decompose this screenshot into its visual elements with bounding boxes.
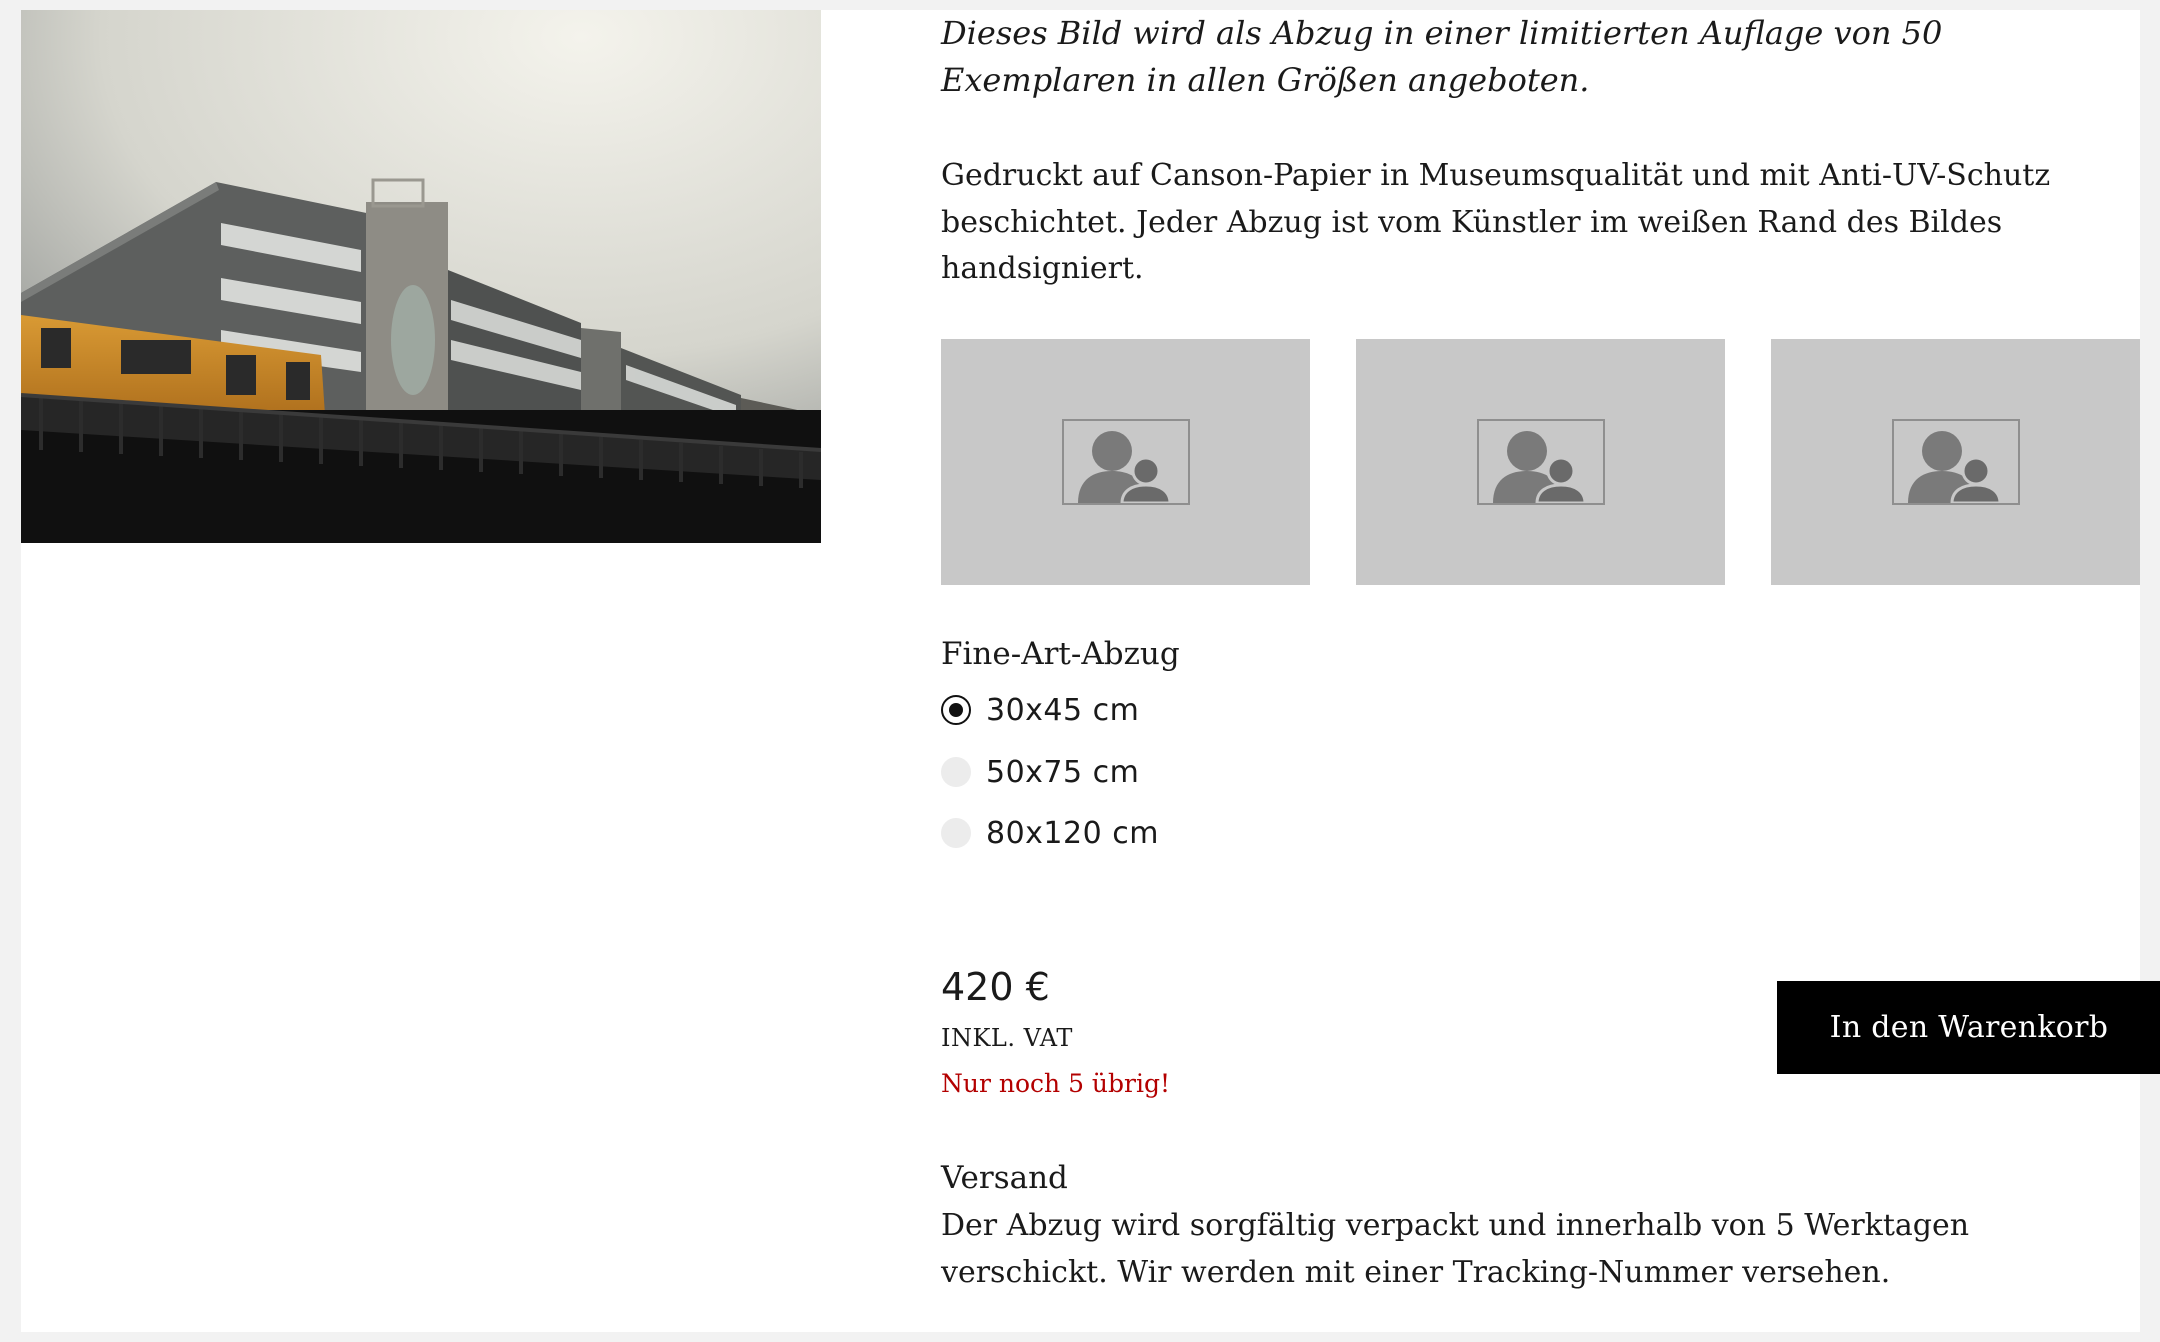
image-placeholder-icon (1891, 419, 2020, 505)
size-option-80x120[interactable]: 80x120 cm (941, 813, 1241, 853)
size-option-label: 50x75 cm (986, 754, 1140, 790)
price: 420 € (941, 965, 1050, 1009)
product-page: Dieses Bild wird als Abzug in einer limi… (21, 10, 2160, 1332)
stock-warning: Nur noch 5 übrig! (941, 1069, 1171, 1098)
shipping-title: Versand (941, 1160, 1068, 1196)
edition-intro: Dieses Bild wird als Abzug in einer limi… (941, 14, 1943, 99)
option-group-title: Fine-Art-Abzug (941, 636, 1180, 672)
product-photo[interactable] (21, 10, 821, 543)
thumbnail-3[interactable] (1771, 339, 2140, 585)
shipping-text: Der Abzug wird sorgfältig verpackt und i… (941, 1208, 1970, 1290)
image-placeholder-icon (1476, 419, 1605, 505)
size-option-label: 30x45 cm (986, 692, 1140, 728)
thumbnail-gallery (941, 339, 2140, 585)
thumbnail-2[interactable] (1356, 339, 1725, 585)
radio-unselected[interactable] (941, 757, 971, 787)
radio-unselected[interactable] (941, 818, 971, 848)
radio-selected[interactable] (941, 695, 971, 725)
thumbnail-1[interactable] (941, 339, 1310, 585)
size-option-30x45[interactable]: 30x45 cm (941, 690, 1241, 730)
size-option-label: 80x120 cm (986, 815, 1159, 851)
vat-note: INKL. VAT (941, 1024, 1073, 1052)
size-option-50x75[interactable]: 50x75 cm (941, 752, 1241, 792)
building-train-photo (21, 10, 821, 543)
image-placeholder-icon (1061, 419, 1190, 505)
print-description: Gedruckt auf Canson-Papier in Museumsqua… (941, 158, 2051, 286)
add-to-cart-button[interactable]: In den Warenkorb (1777, 981, 2160, 1074)
